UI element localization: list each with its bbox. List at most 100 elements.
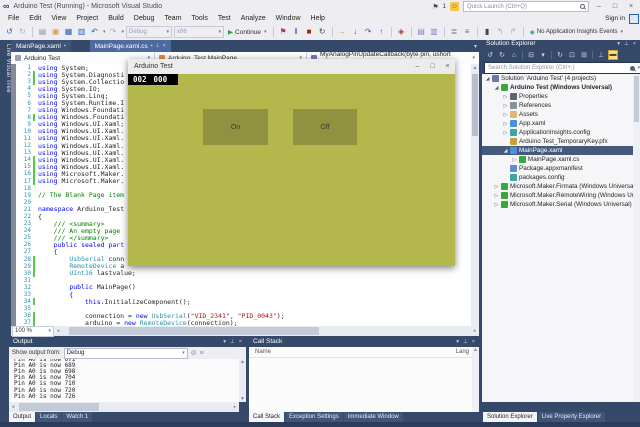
tree-item-references[interactable]: ▷ References <box>482 101 640 110</box>
expander-closed-icon[interactable]: ▷ <box>511 157 518 163</box>
expander-closed-icon[interactable]: ▷ <box>493 184 500 190</box>
se-refresh-icon[interactable]: ⊡ <box>567 50 577 61</box>
stop-icon[interactable]: ■ <box>304 25 315 39</box>
output-horizontal-scrollbar[interactable]: ◂ ▸ <box>9 402 239 412</box>
redo-icon[interactable]: ↷ <box>108 25 119 39</box>
menu-debug[interactable]: Debug <box>129 15 160 22</box>
live-visual-tree-side-tab[interactable]: Live Visual Tree <box>0 40 11 114</box>
application-insights-button[interactable]: ◉ No Application Insights Events ▾ <box>528 29 625 36</box>
on-button[interactable]: On <box>203 109 268 145</box>
expander-closed-icon[interactable]: ▷ <box>502 94 509 100</box>
close-icon[interactable]: × <box>472 339 475 345</box>
sign-in-link[interactable]: Sign in <box>605 15 625 22</box>
tree-item-arduino-test-windows-universal[interactable]: ◢ Arduino Test (Windows Universal) <box>482 83 640 92</box>
panel-tab-call-stack[interactable]: Call Stack <box>249 412 285 422</box>
output-source-dropdown[interactable]: Debug ▾ <box>63 347 188 359</box>
scroll-right-icon[interactable]: ▸ <box>231 404 239 410</box>
pin-icon[interactable]: ⊥ <box>230 339 235 345</box>
clear-output-icon[interactable]: ⊘ <box>191 349 197 357</box>
se-back-icon[interactable]: ↺ <box>485 50 495 61</box>
solution-explorer-search-input[interactable]: Search Solution Explorer (Ctrl+;) ▾ <box>484 62 640 74</box>
output-vertical-scrollbar[interactable]: ▲ ▼ <box>239 359 246 402</box>
panel-tab-exception-settings[interactable]: Exception Settings <box>285 412 343 422</box>
menu-edit[interactable]: Edit <box>24 15 46 22</box>
output-log[interactable]: Pin A0 is now 671 Pin A0 is now 689 Pin A0… <box>9 359 239 402</box>
notifications-flag-icon[interactable]: ⚑ <box>432 3 438 11</box>
panel-tab-locals[interactable]: Locals <box>36 412 62 422</box>
tree-item-mainpage-xaml[interactable]: ◢ MainPage.xaml <box>482 146 640 155</box>
solution-configuration-dropdown[interactable]: Debug ▾ <box>126 26 173 38</box>
panel-tab-solution-explorer[interactable]: Solution Explorer <box>483 412 537 422</box>
minimize-button[interactable]: – <box>593 3 605 10</box>
step-into-icon[interactable]: ↓ <box>350 25 361 39</box>
menu-file[interactable]: File <box>3 15 24 22</box>
word-wrap-icon[interactable]: ≡ <box>200 350 204 357</box>
menu-help[interactable]: Help <box>306 15 330 22</box>
expander-closed-icon[interactable]: ▷ <box>502 112 509 118</box>
document-tab-mainpage-xaml[interactable]: MainPage.xaml ▪ <box>11 40 71 52</box>
scroll-up-icon[interactable]: ▲ <box>471 64 479 72</box>
app-maximize-button[interactable]: □ <box>425 63 440 70</box>
se-properties-icon[interactable]: ⊥ <box>596 50 606 61</box>
window-position-caret-icon[interactable]: ▾ <box>456 339 459 345</box>
scrollbar-thumb[interactable] <box>472 74 478 136</box>
solution-explorer-title-bar[interactable]: Solution Explorer ▾ ⊥ × <box>482 38 640 49</box>
document-list-caret-icon[interactable]: ▾ <box>474 43 477 50</box>
expander-closed-icon[interactable]: ▷ <box>502 130 509 136</box>
scroll-up-icon[interactable]: ▲ <box>240 359 245 365</box>
close-tab-icon[interactable]: × <box>163 43 166 49</box>
menu-analyze[interactable]: Analyze <box>236 15 271 22</box>
expander-open-icon[interactable]: ◢ <box>493 85 500 91</box>
panel-tab-output[interactable]: Output <box>9 412 36 422</box>
editor-horizontal-scrollbar[interactable] <box>63 327 470 335</box>
tree-item-package-appxmanifest[interactable]: Package.appxmanifest <box>482 164 640 173</box>
editor-zoom-dropdown[interactable]: 100 % ▾ <box>12 325 54 337</box>
scrollbar-thumb[interactable] <box>19 403 99 411</box>
tree-item-app-xaml[interactable]: ▷ App.xaml <box>482 119 640 128</box>
expander-closed-icon[interactable]: ▷ <box>502 121 509 127</box>
tree-item-mainpage-xaml-cs[interactable]: ▷ MainPage.xaml.cs <box>482 155 640 164</box>
panel-tab-live-property-explorer[interactable]: Live Property Explorer <box>537 412 606 422</box>
tree-item-properties[interactable]: ▷ Properties <box>482 92 640 101</box>
se-forward-icon[interactable]: ↻ <box>497 50 507 61</box>
nav-forward-icon[interactable]: ↻ <box>17 25 28 39</box>
immediate-window-icon[interactable]: ≡ <box>462 25 473 39</box>
se-home-icon[interactable]: ⌂ <box>509 50 519 61</box>
tree-item-microsoft-maker-firmata-windows-universal[interactable]: ▷ Microsoft.Maker.Firmata (Windows Univer… <box>482 182 640 191</box>
window-position-caret-icon[interactable]: ▾ <box>617 41 620 47</box>
close-button[interactable]: × <box>625 3 637 10</box>
open-file-icon[interactable]: ▣ <box>50 25 61 39</box>
maximize-button[interactable]: □ <box>609 3 621 10</box>
feedback-smiley-icon[interactable]: ☺ <box>450 2 459 11</box>
expander-open-icon[interactable]: ◢ <box>484 76 491 82</box>
expander-open-icon[interactable]: ◢ <box>502 148 509 154</box>
app-title-bar[interactable]: Arduino Test – □ × <box>128 59 455 74</box>
tree-item-microsoft-maker-remotewiring-windows-universal[interactable]: ▷ Microsoft.Maker.RemoteWiring (Windows U… <box>482 191 640 200</box>
document-tab-mainpage-xaml-cs[interactable]: MainPage.xaml.cs ▪ ⊥ × <box>89 40 171 52</box>
break-all-flag-icon[interactable]: ⚑ <box>278 25 289 39</box>
menu-window[interactable]: Window <box>271 15 306 22</box>
pin-icon[interactable]: ⊥ <box>155 43 159 49</box>
restart-icon[interactable]: ↻ <box>317 25 328 39</box>
scroll-up-icon[interactable]: ▲ <box>473 347 478 353</box>
close-icon[interactable]: × <box>239 339 242 345</box>
expander-closed-icon[interactable]: ▷ <box>493 202 500 208</box>
panel-tab-immediate-window[interactable]: Immediate Window <box>343 412 403 422</box>
save-icon[interactable]: ▦ <box>63 25 74 39</box>
scrollbar-thumb[interactable] <box>634 76 639 122</box>
show-next-statement-icon[interactable]: → <box>337 25 348 39</box>
hex-display-icon[interactable]: ◈ <box>396 25 407 39</box>
menu-team[interactable]: Team <box>159 15 186 22</box>
app-minimize-button[interactable]: – <box>410 63 425 70</box>
menu-test[interactable]: Test <box>213 15 236 22</box>
tree-item-assets[interactable]: ▷ Assets <box>482 110 640 119</box>
scroll-left-icon[interactable]: ◂ <box>9 404 17 410</box>
off-button[interactable]: Off <box>293 109 357 145</box>
prev-bookmark-icon[interactable]: ↰ <box>495 25 506 39</box>
tree-item-applicationinsights-config[interactable]: ▷ ApplicationInsights.config <box>482 128 640 137</box>
expander-closed-icon[interactable]: ▷ <box>502 103 509 109</box>
call-stack-title-bar[interactable]: Call Stack ▾ ⊥ × <box>249 336 479 347</box>
quick-launch-input[interactable]: Quick Launch (Ctrl+Q) <box>463 1 589 12</box>
window-position-caret-icon[interactable]: ▾ <box>223 339 226 345</box>
se-collapse-all-icon[interactable]: ⊟ <box>526 50 536 61</box>
